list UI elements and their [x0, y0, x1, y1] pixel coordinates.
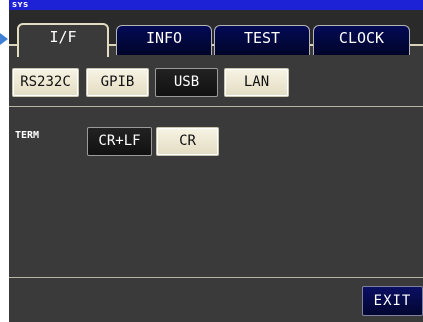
tab-clock[interactable]: CLOCK	[313, 25, 410, 55]
term-cr-button[interactable]: CR	[156, 127, 219, 156]
interface-rs232c-button[interactable]: RS232C	[12, 68, 79, 97]
exit-button[interactable]: EXIT	[362, 286, 423, 316]
tab-if[interactable]: I/F	[17, 23, 109, 57]
section-divider	[9, 106, 423, 107]
interface-usb-button[interactable]: USB	[155, 68, 218, 97]
interface-lan-button[interactable]: LAN	[224, 68, 289, 97]
term-crlf-button[interactable]: CR+LF	[87, 127, 152, 156]
footer-divider	[9, 277, 423, 278]
device-screen: SYS I/F INFO TEST CLOCK RS232C GPIB USB …	[9, 0, 423, 322]
tab-bar: I/F INFO TEST CLOCK	[9, 10, 423, 57]
title-bar: SYS	[9, 0, 423, 10]
term-label: TERM	[15, 130, 40, 141]
tab-info[interactable]: INFO	[116, 25, 212, 55]
tab-test[interactable]: TEST	[214, 25, 310, 55]
interface-gpib-button[interactable]: GPIB	[86, 68, 149, 97]
pointer-arrow-icon	[0, 33, 8, 45]
